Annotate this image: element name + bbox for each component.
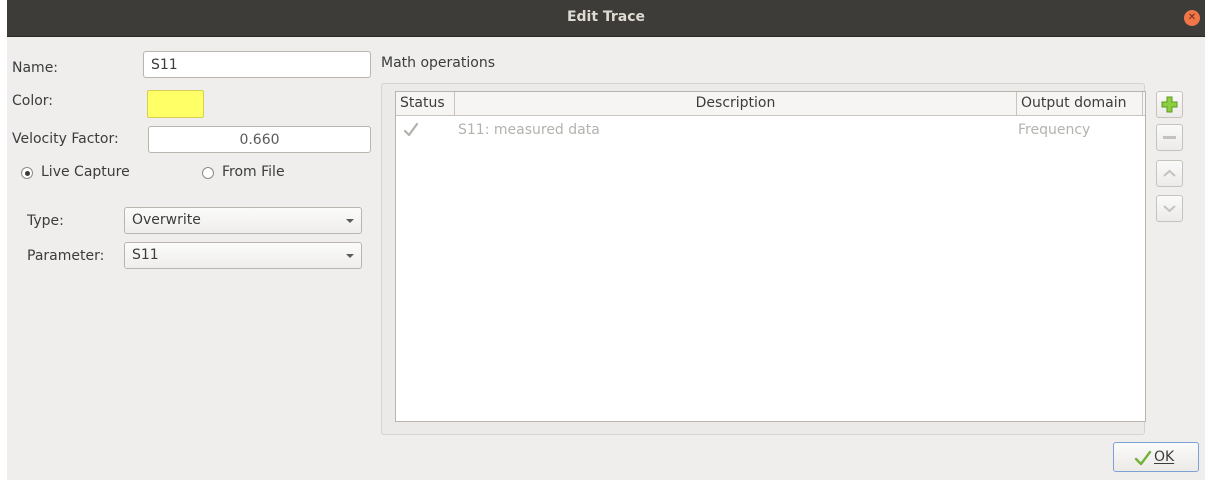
move-up-button[interactable]: [1156, 160, 1183, 187]
from-file-radio[interactable]: [202, 167, 214, 179]
math-operations-table[interactable]: Status Description Output domain S11: me…: [395, 91, 1146, 422]
remove-button[interactable]: [1156, 124, 1183, 151]
velocity-factor-label: Velocity Factor:: [12, 131, 119, 147]
chevron-down-icon: [346, 219, 354, 223]
type-label: Type:: [27, 213, 64, 229]
row-description: S11: measured data: [458, 122, 600, 138]
edit-trace-dialog: Edit Trace ✕ Name: Color: Velocity Facto…: [7, 0, 1205, 480]
parameter-label: Parameter:: [27, 248, 105, 264]
move-down-button[interactable]: [1156, 195, 1183, 222]
column-header-output-domain[interactable]: Output domain: [1021, 95, 1127, 111]
from-file-label[interactable]: From File: [222, 164, 285, 180]
remove-icon: [1163, 136, 1176, 139]
add-button[interactable]: [1156, 91, 1183, 118]
parameter-select[interactable]: S11: [124, 242, 362, 269]
check-icon: [403, 122, 419, 142]
velocity-factor-input[interactable]: [148, 126, 371, 153]
type-select[interactable]: Overwrite: [124, 207, 362, 234]
ok-label: OK: [1154, 449, 1175, 465]
math-operations-title: Math operations: [381, 55, 495, 71]
column-header-description[interactable]: Description: [455, 95, 1016, 111]
table-header: Status Description Output domain: [396, 92, 1145, 116]
chevron-down-icon: [346, 254, 354, 258]
move-down-icon: [1163, 205, 1176, 213]
name-label: Name:: [12, 60, 59, 76]
window-title: Edit Trace: [566, 9, 646, 25]
name-input[interactable]: [143, 51, 371, 78]
table-row[interactable]: S11: measured data Frequency: [396, 116, 1145, 142]
type-select-value: Overwrite: [132, 212, 201, 228]
column-header-status[interactable]: Status: [400, 95, 445, 111]
move-up-icon: [1163, 169, 1176, 177]
color-swatch-button[interactable]: [147, 90, 204, 118]
check-icon: [1134, 450, 1152, 466]
ok-button[interactable]: OK: [1113, 442, 1199, 472]
live-capture-label[interactable]: Live Capture: [41, 164, 130, 180]
live-capture-radio[interactable]: [21, 167, 33, 179]
parameter-select-value: S11: [132, 247, 159, 263]
row-output-domain: Frequency: [1018, 122, 1091, 138]
close-icon[interactable]: ✕: [1184, 10, 1200, 26]
title-bar: Edit Trace ✕: [7, 0, 1205, 37]
add-icon: [1161, 96, 1178, 113]
color-label: Color:: [12, 93, 54, 109]
